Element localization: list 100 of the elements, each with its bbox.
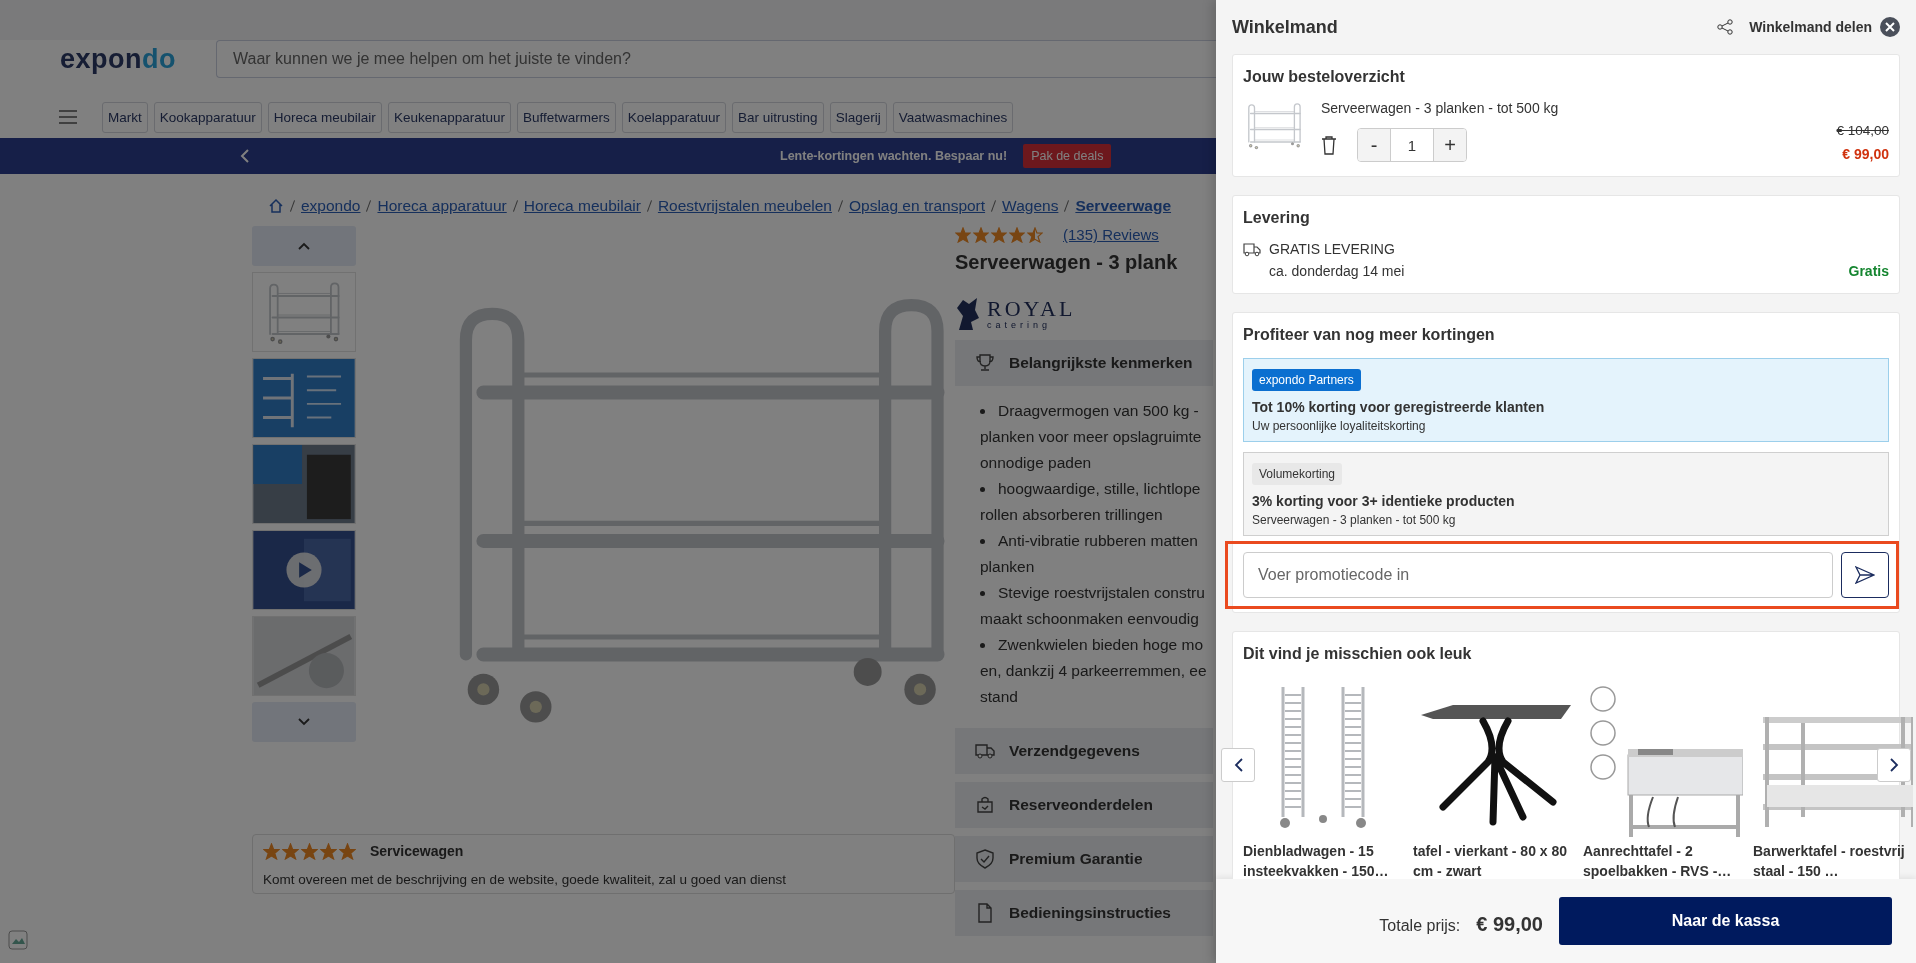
infographic-thumbnail[interactable] (252, 358, 356, 438)
recommendation-name[interactable]: tafel - vierkant - 80 x 80 cm - zwart (1413, 841, 1571, 879)
previous-button[interactable] (1221, 748, 1255, 782)
search-field[interactable]: Waar kunnen we je mee helpen om het juiste te vinden? (216, 40, 1216, 78)
discount-tag: expondo Partners (1252, 369, 1361, 391)
feature-text: maakt schoonmaken eenvoudig (980, 609, 1199, 629)
document-icon (975, 903, 995, 923)
section-title: Profiteer van nog meer kortingen (1243, 326, 1496, 344)
deals-button[interactable]: Pak de deals (1023, 144, 1112, 168)
old-price: € 104,00 (1836, 123, 1889, 138)
trash-icon[interactable] (1321, 135, 1337, 155)
star-icon (955, 226, 971, 243)
recommendation-name[interactable]: Barwerktafel - roestvrij staal - 150 … (1753, 841, 1911, 879)
feature-text: hoogwaardige, stille, lichtlope (998, 479, 1201, 499)
star-icon (339, 843, 356, 860)
feature-text: Zwenkwielen bieden hoge mo (998, 635, 1204, 655)
share-button[interactable]: Winkelmand delen (1717, 19, 1872, 35)
chevron-up-icon (298, 242, 310, 250)
star-icon (991, 226, 1007, 243)
feature-text: planken (980, 557, 1035, 577)
breadcrumb-link[interactable]: Opslag en transport (848, 197, 986, 215)
category-link[interactable]: Horeca meubilair (267, 101, 382, 133)
review-title: Servicewagen (370, 843, 464, 860)
star-icon (1027, 226, 1043, 243)
broken-image-icon (8, 930, 28, 950)
chevron-right-icon (1889, 758, 1899, 772)
accordion-header[interactable]: Reserveonderdelen (955, 782, 1213, 828)
star-icon (1009, 226, 1025, 243)
menu-icon[interactable] (58, 109, 78, 125)
share-icon (1717, 19, 1734, 35)
bullet-icon (980, 590, 985, 596)
category-link[interactable]: Kookapparatuur (153, 101, 262, 133)
feature-text: rollen absorberen trillingen (980, 505, 1163, 525)
accordion-header[interactable]: Belangrijkste kenmerken (955, 340, 1213, 386)
offer-detail: Serveerwagen - 3 planken - tot 500 kg (1252, 513, 1457, 527)
send-icon (1855, 566, 1875, 584)
accordion-header[interactable]: Verzendgegevens (955, 728, 1213, 774)
discount-tag: Volumekorting (1252, 463, 1343, 485)
promo-code-field[interactable]: Voer promotiecode in (1243, 552, 1833, 598)
category-link[interactable]: Koelapparatuur (621, 101, 727, 133)
section-title: Jouw besteloverzicht (1243, 68, 1406, 86)
chevron-left-icon[interactable] (240, 149, 250, 163)
category-link[interactable]: Buffetwarmers (516, 101, 616, 133)
section-title: Levering (1243, 209, 1311, 227)
brand-name: ROYAL (987, 298, 1076, 320)
product-name: Serveerwagen - 3 planken - tot 500 kg (1321, 100, 1560, 116)
close-icon[interactable] (1880, 17, 1900, 37)
delivery-date: ca. donderdag 14 mei (1269, 263, 1406, 279)
delivery-cost: Gratis (1848, 263, 1889, 279)
offer-headline: Tot 10% korting voor geregistreerde klanten (1252, 399, 1546, 415)
star-icon (282, 843, 299, 860)
star-icon (263, 843, 280, 860)
quantity-field[interactable]: 1 (1390, 129, 1434, 161)
expondo-logo[interactable]: expondo (60, 43, 176, 75)
bullet-icon (980, 642, 985, 648)
video-thumbnail[interactable] (252, 530, 356, 610)
feature-text: onnodige paden (980, 453, 1092, 473)
accordion-header[interactable]: Bedieningsinstructies (955, 890, 1213, 936)
brand-subtitle: catering (987, 320, 1053, 330)
increase-button[interactable]: + (1434, 129, 1466, 161)
photo-placeholder[interactable] (252, 444, 356, 524)
category-link[interactable]: Keukenapparatuur (387, 101, 511, 133)
feature-text: en, dankzij 4 parkeerremmen, ee (980, 661, 1207, 681)
breadcrumb-link[interactable]: Roestvrijstalen meubelen (657, 197, 832, 215)
product-title: Serveerwagen - 3 plank (955, 251, 1179, 274)
category-link[interactable]: Slagerij (829, 101, 887, 133)
checkout-button[interactable]: Naar de kassa (1559, 897, 1892, 945)
category-link[interactable]: Markt (102, 101, 148, 133)
total-label: Totale prijs: (1379, 917, 1461, 935)
accordion-header[interactable]: Premium Garantie (955, 836, 1213, 882)
star-icon (320, 843, 337, 860)
breadcrumb-link[interactable]: expondo (301, 197, 361, 215)
bullet-icon (980, 538, 985, 544)
decrease-button[interactable]: - (1358, 129, 1390, 161)
reviews-link[interactable]: (135) Reviews (1063, 226, 1159, 243)
quantity-stepper[interactable]: - 1 + (1357, 128, 1467, 162)
feature-text: Draagvermogen van 500 kg - (998, 401, 1199, 421)
recommendation-name[interactable]: Dienbladwagen - 15 insteekvakken - 150… (1243, 841, 1401, 879)
category-link[interactable]: Bar uitrusting (732, 101, 824, 133)
total-price: € 99,00 (1476, 912, 1543, 936)
bullet-icon (980, 408, 985, 414)
chevron-left-icon (1233, 758, 1243, 772)
bag-icon (975, 795, 995, 815)
feature-text: Stevige roestvrijstalen constru (998, 583, 1205, 603)
shield-icon (975, 849, 995, 869)
trophy-icon (975, 353, 995, 373)
next-button[interactable] (1877, 748, 1911, 782)
breadcrumb-link[interactable]: Horeca meubilair (523, 197, 641, 215)
feature-text: planken voor meer opslagruimte (980, 427, 1202, 447)
delivery-method: GRATIS LEVERING (1269, 241, 1396, 257)
home-icon[interactable] (268, 198, 284, 214)
recommendation-name[interactable]: Aanrechttafel - 2 spoelbakken - RVS -… (1583, 841, 1741, 879)
breadcrumb-link[interactable]: Horeca apparatuur (377, 197, 507, 215)
detail-thumbnail[interactable] (252, 616, 356, 696)
breadcrumb-link[interactable]: Serveerwage (1075, 197, 1172, 215)
trolley-thumbnail[interactable] (252, 272, 356, 352)
submit-button[interactable] (1841, 552, 1889, 598)
breadcrumb-link[interactable]: Wagens (1002, 197, 1059, 215)
bullet-icon (980, 486, 985, 492)
category-link[interactable]: Vaatwasmachines (892, 101, 1014, 133)
